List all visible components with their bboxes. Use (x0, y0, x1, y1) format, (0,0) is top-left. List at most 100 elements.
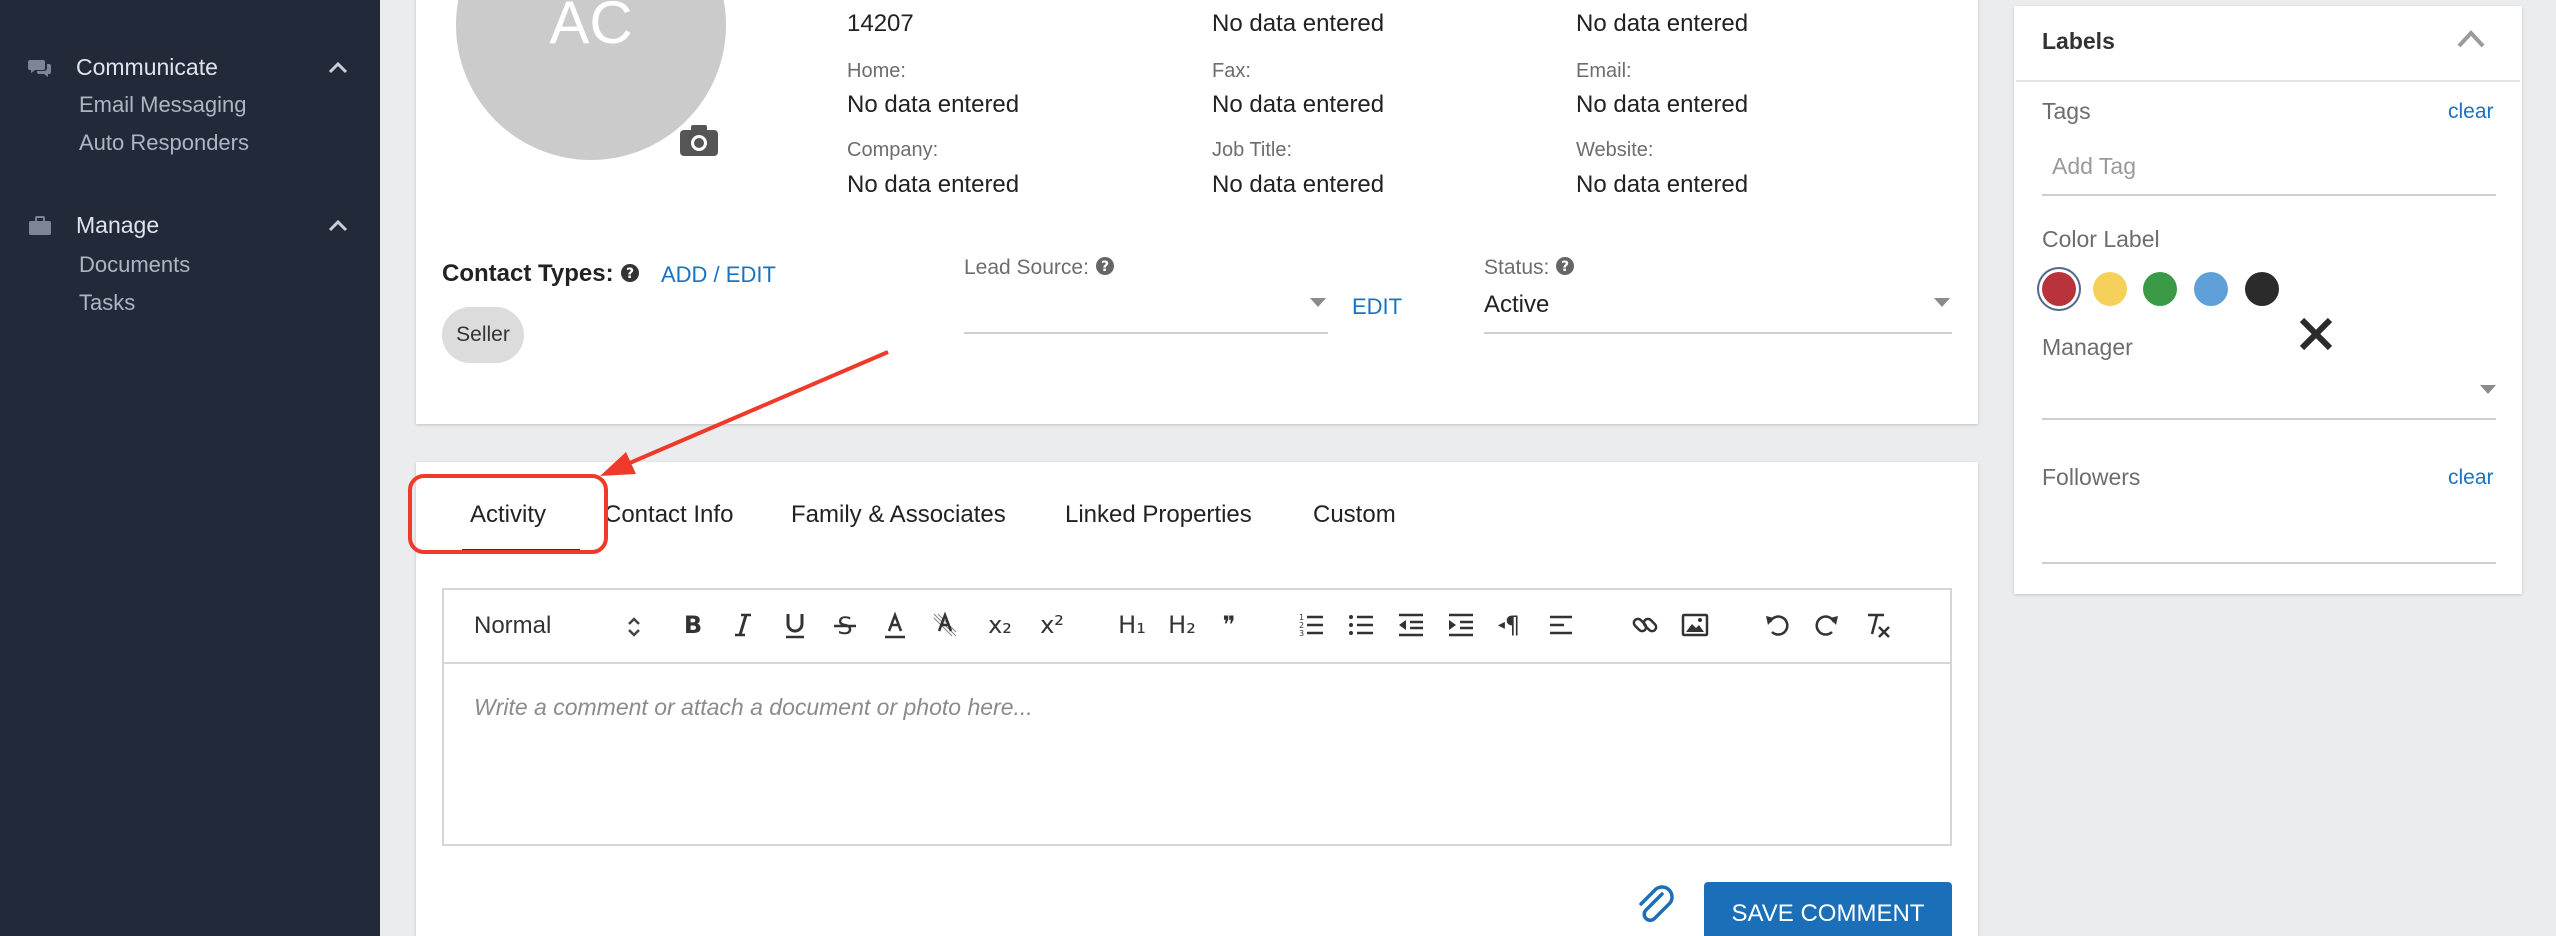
clear-tags-link[interactable]: clear (2448, 100, 2494, 124)
indent-icon (1449, 613, 1473, 637)
manager-label: Manager (2042, 334, 2133, 360)
background-color-button[interactable] (928, 608, 962, 642)
redo-icon (1815, 615, 1838, 636)
lead-source-select[interactable] (964, 290, 1328, 334)
sidebar-item-documents[interactable]: Documents (79, 252, 190, 278)
svg-text:?: ? (1101, 259, 1109, 275)
insert-link-button[interactable] (1628, 608, 1662, 642)
camera-icon[interactable] (678, 122, 720, 158)
chevron-up-icon[interactable] (326, 56, 350, 80)
text-direction-button[interactable]: ◂ ¶ (1492, 608, 1526, 642)
strikethrough-icon: S (834, 612, 856, 640)
tab-contact-info[interactable]: Contact Info (604, 501, 733, 529)
website-value: No data entered (1576, 171, 1749, 198)
clear-followers-link[interactable]: clear (2448, 466, 2494, 490)
avatar-initials: AC (549, 0, 633, 56)
heading1-button[interactable]: H₁ (1110, 608, 1154, 642)
sidebar-group-header-manage[interactable]: Manage (0, 206, 380, 246)
help-icon[interactable]: ? (620, 263, 640, 283)
field-value: No data entered (1576, 10, 1749, 37)
insert-image-button[interactable] (1678, 608, 1712, 642)
status-value: Active (1484, 291, 1550, 318)
help-icon[interactable]: ? (1095, 256, 1115, 276)
strikethrough-button[interactable]: S (828, 608, 862, 642)
contact-type-chip[interactable]: Seller (442, 307, 524, 363)
tab-family-associates[interactable]: Family & Associates (791, 501, 1006, 529)
text-format-select[interactable]: Normal (474, 608, 644, 646)
followers-label: Followers (2042, 464, 2141, 490)
followers-input[interactable] (2042, 500, 2496, 564)
align-button[interactable] (1544, 608, 1578, 642)
link-icon (1632, 617, 1658, 633)
pilcrow-icon: ¶ (1504, 611, 1521, 639)
lead-source-text: Lead Source: (964, 256, 1089, 279)
rtl-arrow-icon: ◂ (1497, 617, 1505, 633)
tab-linked-properties[interactable]: Linked Properties (1065, 501, 1252, 529)
comment-editor: Normal B S x₂ x² H₁ H₂ ❞ 123 ◂ ¶ Write a… (442, 588, 1952, 846)
color-swatch-green[interactable] (2143, 272, 2177, 306)
chevron-up-icon[interactable] (2454, 26, 2488, 52)
blockquote-button[interactable]: ❞ (1212, 608, 1246, 642)
ordered-list-button[interactable]: 123 (1294, 608, 1328, 642)
text-color-icon (885, 611, 905, 639)
sidebar-group-label: Communicate (76, 54, 218, 80)
status-label: Status: ? (1484, 256, 1575, 280)
outdent-button[interactable] (1394, 608, 1428, 642)
color-swatch-red[interactable] (2042, 272, 2076, 306)
status-select[interactable]: Active (1484, 290, 1952, 334)
superscript-button[interactable]: x² (1030, 608, 1074, 642)
dropdown-caret-icon (2480, 385, 2496, 394)
lead-source-label: Lead Source: ? (964, 256, 1115, 280)
fax-value: No data entered (1212, 91, 1385, 118)
field-value: No data entered (1212, 10, 1385, 37)
sidebar-item-auto-responders[interactable]: Auto Responders (79, 130, 249, 156)
bullet-list-icon (1349, 615, 1373, 635)
undo-button[interactable] (1760, 608, 1794, 642)
updown-arrows-icon (628, 617, 640, 637)
comment-input[interactable]: Write a comment or attach a document or … (474, 694, 1033, 721)
svg-text:B: B (684, 611, 702, 639)
sidebar-group-header-communicate[interactable]: Communicate (0, 48, 380, 88)
color-swatch-black[interactable] (2245, 272, 2279, 306)
indent-button[interactable] (1444, 608, 1478, 642)
ordered-list-icon: 123 (1299, 613, 1323, 638)
edit-lead-source-link[interactable]: EDIT (1352, 294, 1402, 320)
bullet-list-button[interactable] (1344, 608, 1378, 642)
bold-button[interactable]: B (676, 608, 710, 642)
sidebar-group-label: Manage (76, 212, 160, 238)
tab-custom[interactable]: Custom (1313, 501, 1396, 529)
close-x-icon[interactable] (2296, 314, 2336, 354)
save-comment-button[interactable]: SAVE COMMENT (1704, 882, 1952, 936)
sidebar-item-tasks[interactable]: Tasks (79, 290, 135, 316)
company-label: Company: (847, 139, 939, 161)
sidebar-item-email-messaging[interactable]: Email Messaging (79, 92, 247, 118)
annotation-highlight-box (408, 474, 608, 554)
clear-formatting-button[interactable] (1860, 608, 1894, 642)
svg-text:?: ? (626, 266, 634, 282)
italic-icon (735, 613, 751, 637)
zip-value: 14207 (847, 10, 914, 37)
color-swatch-blue[interactable] (2194, 272, 2228, 306)
italic-button[interactable] (726, 608, 760, 642)
paperclip-icon[interactable] (1632, 880, 1680, 928)
underline-icon (786, 614, 804, 639)
add-tag-placeholder: Add Tag (2052, 153, 2136, 179)
sidebar: Communicate Email Messaging Auto Respond… (0, 0, 380, 936)
manager-select[interactable] (2042, 372, 2496, 420)
heading2-button[interactable]: H₂ (1160, 608, 1204, 642)
chevron-up-icon[interactable] (326, 214, 350, 238)
email-value: No data entered (1576, 91, 1749, 118)
redo-button[interactable] (1810, 608, 1844, 642)
svg-text:?: ? (1561, 259, 1569, 275)
underline-button[interactable] (778, 608, 812, 642)
subscript-button[interactable]: x₂ (978, 608, 1022, 642)
editor-toolbar: Normal B S x₂ x² H₁ H₂ ❞ 123 ◂ ¶ (444, 590, 1950, 664)
outdent-icon (1399, 613, 1423, 637)
color-swatch-yellow[interactable] (2093, 272, 2127, 306)
add-edit-contact-types-link[interactable]: ADD / EDIT (661, 262, 776, 288)
text-color-button[interactable] (878, 608, 912, 642)
job-title-label: Job Title: (1212, 139, 1293, 161)
help-icon[interactable]: ? (1555, 256, 1575, 276)
svg-text:3: 3 (1299, 629, 1304, 638)
panel-divider (2016, 80, 2520, 82)
